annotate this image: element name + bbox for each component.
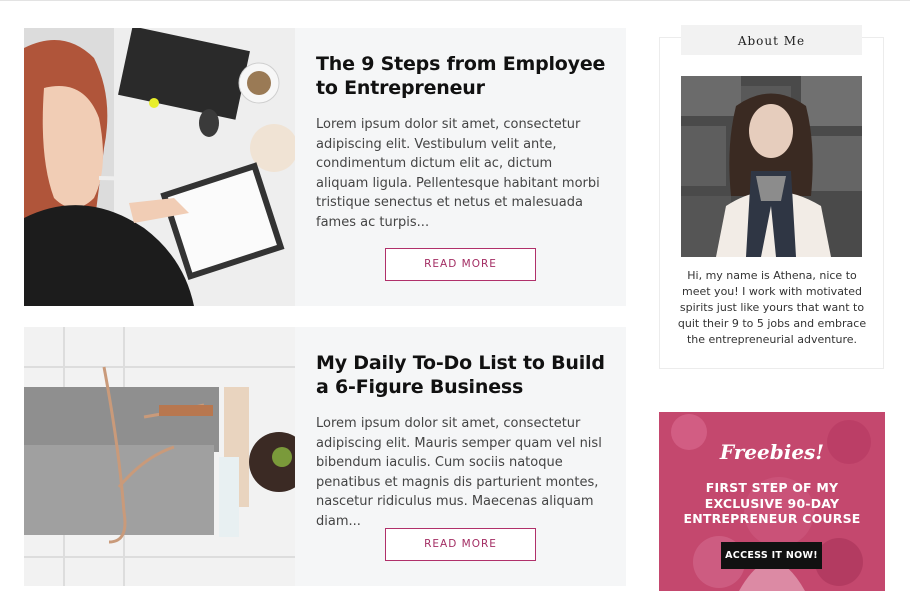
top-divider xyxy=(0,0,910,1)
post-body: The 9 Steps from Employee to Entrepreneu… xyxy=(316,52,606,233)
post-excerpt: Lorem ipsum dolor sit amet, consectetur … xyxy=(316,117,600,230)
post-card-employee-to-entrepreneur: The 9 Steps from Employee to Entrepreneu… xyxy=(24,28,626,306)
freebie-headline: FIRST STEP OF MY EXCLUSIVE 90-DAY ENTREP… xyxy=(683,480,861,526)
post-image-wrapped-notebook[interactable] xyxy=(24,327,295,586)
about-me-heading: About Me xyxy=(681,25,862,55)
freebie-script-title: Freebies! xyxy=(719,440,825,464)
access-it-now-button[interactable]: ACCESS IT NOW! xyxy=(721,542,822,569)
post-title[interactable]: My Daily To-Do List to Build a 6-Figure … xyxy=(316,351,606,399)
about-me-text: Hi, my name is Athena, nice to meet you!… xyxy=(677,269,867,346)
post-card-daily-todo-list: My Daily To-Do List to Build a 6-Figure … xyxy=(24,327,626,586)
author-photo xyxy=(681,76,862,257)
post-image-desk-woman[interactable] xyxy=(24,28,295,306)
freebie-banner[interactable]: Freebies! FIRST STEP OF MY EXCLUSIVE 90-… xyxy=(659,412,885,591)
post-excerpt: Lorem ipsum dolor sit amet, consectetur … xyxy=(316,416,602,529)
read-more-button[interactable]: READ MORE xyxy=(385,248,536,281)
post-title[interactable]: The 9 Steps from Employee to Entrepreneu… xyxy=(316,52,606,100)
read-more-button[interactable]: READ MORE xyxy=(385,528,536,561)
post-body: My Daily To-Do List to Build a 6-Figure … xyxy=(316,351,606,532)
